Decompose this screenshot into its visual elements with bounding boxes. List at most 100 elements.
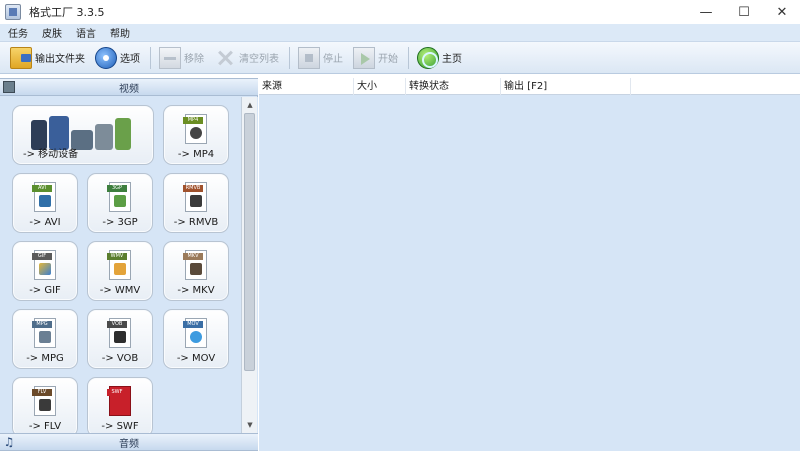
avi-file-icon: AVI	[32, 182, 56, 212]
title-bar: 格式工厂 3.3.5 — ☐ ✕	[0, 0, 800, 24]
video-section-label: 视频	[119, 83, 139, 95]
video-section-header[interactable]: 视频	[0, 78, 258, 96]
gif-badge: GIF	[32, 253, 52, 260]
output-folder-label: 输出文件夹	[35, 54, 85, 65]
column-header-filler	[631, 78, 800, 95]
flv-file-icon: FLV	[32, 386, 56, 416]
menu-help[interactable]: 帮助	[108, 25, 132, 40]
rmvb-file-icon: RMVB	[183, 182, 207, 212]
mov-file-icon: MOV	[183, 318, 207, 348]
window-title: 格式工厂 3.3.5	[29, 6, 105, 19]
tile-label: -> SWF	[101, 421, 139, 432]
tile-mov[interactable]: MOV -> MOV	[163, 309, 229, 369]
column-header-size[interactable]: 大小	[354, 78, 406, 95]
menu-skin[interactable]: 皮肤	[40, 25, 64, 40]
video-film-icon	[3, 81, 15, 93]
scroll-thumb[interactable]	[244, 113, 255, 371]
tile-swf[interactable]: SWF -> SWF	[87, 377, 153, 433]
tile-label: -> 移动设备	[23, 149, 79, 160]
tile-mp4[interactable]: MP4 -> MP4	[163, 105, 229, 165]
clear-icon	[214, 47, 236, 69]
tile-label: -> 3GP	[102, 217, 138, 228]
folder-icon	[10, 46, 32, 69]
toolbar: 输出文件夹 选项 移除 清空列表 停止 开始 主页	[0, 42, 800, 74]
flv-badge: FLV	[32, 389, 52, 396]
maximize-button[interactable]: ☐	[724, 0, 764, 24]
tile-mpg[interactable]: MPG -> MPG	[12, 309, 78, 369]
gif-file-icon: GIF	[32, 250, 56, 280]
tile-label: -> FLV	[28, 421, 62, 432]
tile-mobile-device[interactable]: -> 移动设备	[12, 105, 154, 165]
home-button[interactable]: 主页	[413, 44, 466, 72]
stop-icon	[298, 46, 320, 69]
wmv-badge: WMV	[107, 253, 127, 260]
mp4-badge: MP4	[183, 117, 203, 124]
output-folder-button[interactable]: 输出文件夹	[6, 44, 89, 72]
mpg-file-icon: MPG	[32, 318, 56, 348]
options-icon	[95, 46, 117, 69]
vob-file-icon: VOB	[107, 318, 131, 348]
audio-section-header[interactable]: ♫ 音频	[0, 433, 258, 451]
wmv-file-icon: WMV	[107, 250, 131, 280]
menu-task[interactable]: 任务	[6, 25, 30, 40]
menu-language[interactable]: 语言	[74, 25, 98, 40]
tile-label: -> MPG	[26, 353, 64, 364]
tile-label: -> MP4	[177, 149, 215, 160]
stop-button[interactable]: 停止	[294, 44, 347, 72]
stop-label: 停止	[323, 54, 343, 65]
clear-list-label: 清空列表	[239, 54, 279, 65]
menu-bar: 任务 皮肤 语言 帮助	[0, 24, 800, 42]
start-label: 开始	[378, 54, 398, 65]
format-tile-list: -> 移动设备 MP4 -> MP4 AVI -> AVI 3GP -> 3GP	[0, 97, 258, 433]
minimize-button[interactable]: —	[686, 0, 726, 24]
mkv-badge: MKV	[183, 253, 203, 260]
audio-section-label: 音频	[119, 438, 139, 450]
start-icon	[353, 46, 375, 69]
avi-badge: AVI	[32, 185, 52, 192]
music-note-icon: ♫	[3, 435, 15, 449]
tile-gif[interactable]: GIF -> GIF	[12, 241, 78, 301]
3gp-badge: 3GP	[107, 185, 127, 192]
start-button[interactable]: 开始	[349, 44, 402, 72]
tile-label: -> MKV	[177, 285, 215, 296]
tile-label: -> GIF	[29, 285, 61, 296]
remove-icon	[159, 46, 181, 69]
tile-label: -> VOB	[101, 353, 139, 364]
swf-file-icon: SWF	[107, 386, 131, 416]
home-icon	[417, 46, 439, 69]
tile-label: -> RMVB	[173, 217, 219, 228]
remove-button[interactable]: 移除	[155, 44, 208, 72]
scroll-down-arrow-icon[interactable]: ▼	[243, 418, 257, 432]
column-header-output[interactable]: 输出 [F2]	[501, 78, 631, 95]
toolbar-separator	[289, 46, 290, 69]
tile-label: -> MOV	[176, 353, 216, 364]
options-label: 选项	[120, 54, 140, 65]
mkv-file-icon: MKV	[183, 250, 207, 280]
toolbar-separator	[408, 46, 409, 69]
tile-3gp[interactable]: 3GP -> 3GP	[87, 173, 153, 233]
options-button[interactable]: 选项	[91, 44, 144, 72]
column-header-status[interactable]: 转换状态	[406, 78, 501, 95]
format-list-scrollbar[interactable]: ▲ ▼	[241, 97, 257, 433]
tile-vob[interactable]: VOB -> VOB	[87, 309, 153, 369]
task-list-panel: 来源 大小 转换状态 输出 [F2]	[259, 78, 800, 451]
toolbar-separator	[150, 46, 151, 69]
close-button[interactable]: ✕	[762, 0, 800, 24]
tile-rmvb[interactable]: RMVB -> RMVB	[163, 173, 229, 233]
tile-mkv[interactable]: MKV -> MKV	[163, 241, 229, 301]
mp4-file-icon: MP4	[183, 114, 207, 144]
clear-list-button[interactable]: 清空列表	[210, 44, 283, 72]
tile-label: -> WMV	[99, 285, 141, 296]
tile-flv[interactable]: FLV -> FLV	[12, 377, 78, 433]
remove-label: 移除	[184, 54, 204, 65]
tile-avi[interactable]: AVI -> AVI	[12, 173, 78, 233]
home-label: 主页	[442, 54, 462, 65]
app-icon	[5, 4, 21, 20]
3gp-file-icon: 3GP	[107, 182, 131, 212]
column-header-source[interactable]: 来源	[259, 78, 354, 95]
rmvb-badge: RMVB	[183, 185, 203, 192]
tile-wmv[interactable]: WMV -> WMV	[87, 241, 153, 301]
mov-badge: MOV	[183, 321, 203, 328]
scroll-up-arrow-icon[interactable]: ▲	[243, 98, 257, 112]
swf-badge: SWF	[107, 389, 127, 396]
